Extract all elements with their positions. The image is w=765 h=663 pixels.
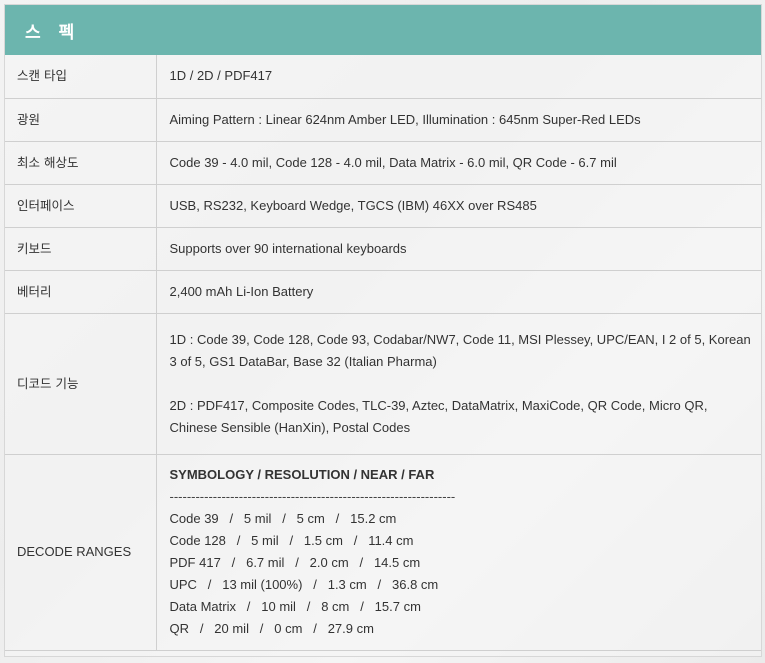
range-line: QR / 20 mil / 0 cm / 27.9 cm bbox=[169, 621, 374, 636]
spec-row-decode-ranges: DECODE RANGES SYMBOLOGY / RESOLUTION / N… bbox=[5, 454, 761, 651]
row-value: Code 39 - 4.0 mil, Code 128 - 4.0 mil, D… bbox=[156, 141, 761, 185]
row-value: 2,400 mAh Li-Ion Battery bbox=[156, 270, 761, 314]
range-line: Data Matrix / 10 mil / 8 cm / 15.7 cm bbox=[169, 599, 421, 614]
row-value: Supports over 90 international keyboards bbox=[156, 227, 761, 271]
row-value: 1D : Code 39, Code 128, Code 93, Codabar… bbox=[156, 313, 761, 455]
range-line: Code 128 / 5 mil / 1.5 cm / 11.4 cm bbox=[169, 533, 414, 548]
row-label: 스캔 타입 bbox=[5, 55, 157, 99]
spec-header: 스펙 bbox=[5, 5, 761, 55]
range-line: Code 39 / 5 mil / 5 cm / 15.2 cm bbox=[169, 511, 397, 526]
decode-1d-text: 1D : Code 39, Code 128, Code 93, Codabar… bbox=[169, 331, 751, 369]
spec-title: 스펙 bbox=[25, 22, 93, 43]
ranges-title: SYMBOLOGY / RESOLUTION / NEAR / FAR bbox=[169, 467, 435, 482]
decode-2d-text: 2D : PDF417, Composite Codes, TLC-39, Az… bbox=[169, 397, 708, 435]
row-label: 키보드 bbox=[5, 227, 157, 271]
row-label: 인터페이스 bbox=[5, 184, 157, 228]
spec-row-decode-capability: 디코드 기능 1D : Code 39, Code 128, Code 93, … bbox=[5, 313, 761, 455]
row-label: 디코드 기능 bbox=[5, 313, 157, 455]
row-value: SYMBOLOGY / RESOLUTION / NEAR / FAR ----… bbox=[156, 454, 761, 651]
spec-row-scan-type: 스캔 타입 1D / 2D / PDF417 bbox=[5, 55, 761, 99]
row-label: 베터리 bbox=[5, 270, 157, 314]
spec-row-light-source: 광원 Aiming Pattern : Linear 624nm Amber L… bbox=[5, 98, 761, 142]
row-label: 광원 bbox=[5, 98, 157, 142]
row-value: Aiming Pattern : Linear 624nm Amber LED,… bbox=[156, 98, 761, 142]
spec-panel: 스펙 스캔 타입 1D / 2D / PDF417 광원 Aiming Patt… bbox=[4, 4, 762, 657]
range-line: PDF 417 / 6.7 mil / 2.0 cm / 14.5 cm bbox=[169, 555, 421, 570]
row-label: DECODE RANGES bbox=[5, 454, 157, 651]
ranges-divider: ----------------------------------------… bbox=[169, 489, 456, 504]
spec-row-battery: 베터리 2,400 mAh Li-Ion Battery bbox=[5, 270, 761, 314]
spec-row-min-resolution: 최소 해상도 Code 39 - 4.0 mil, Code 128 - 4.0… bbox=[5, 141, 761, 185]
row-label: 최소 해상도 bbox=[5, 141, 157, 185]
spec-table: 스캔 타입 1D / 2D / PDF417 광원 Aiming Pattern… bbox=[5, 55, 761, 651]
spec-row-interface: 인터페이스 USB, RS232, Keyboard Wedge, TGCS (… bbox=[5, 184, 761, 228]
range-line: UPC / 13 mil (100%) / 1.3 cm / 36.8 cm bbox=[169, 577, 439, 592]
row-value: USB, RS232, Keyboard Wedge, TGCS (IBM) 4… bbox=[156, 184, 761, 228]
row-value: 1D / 2D / PDF417 bbox=[156, 55, 761, 99]
spec-row-keyboard: 키보드 Supports over 90 international keybo… bbox=[5, 227, 761, 271]
